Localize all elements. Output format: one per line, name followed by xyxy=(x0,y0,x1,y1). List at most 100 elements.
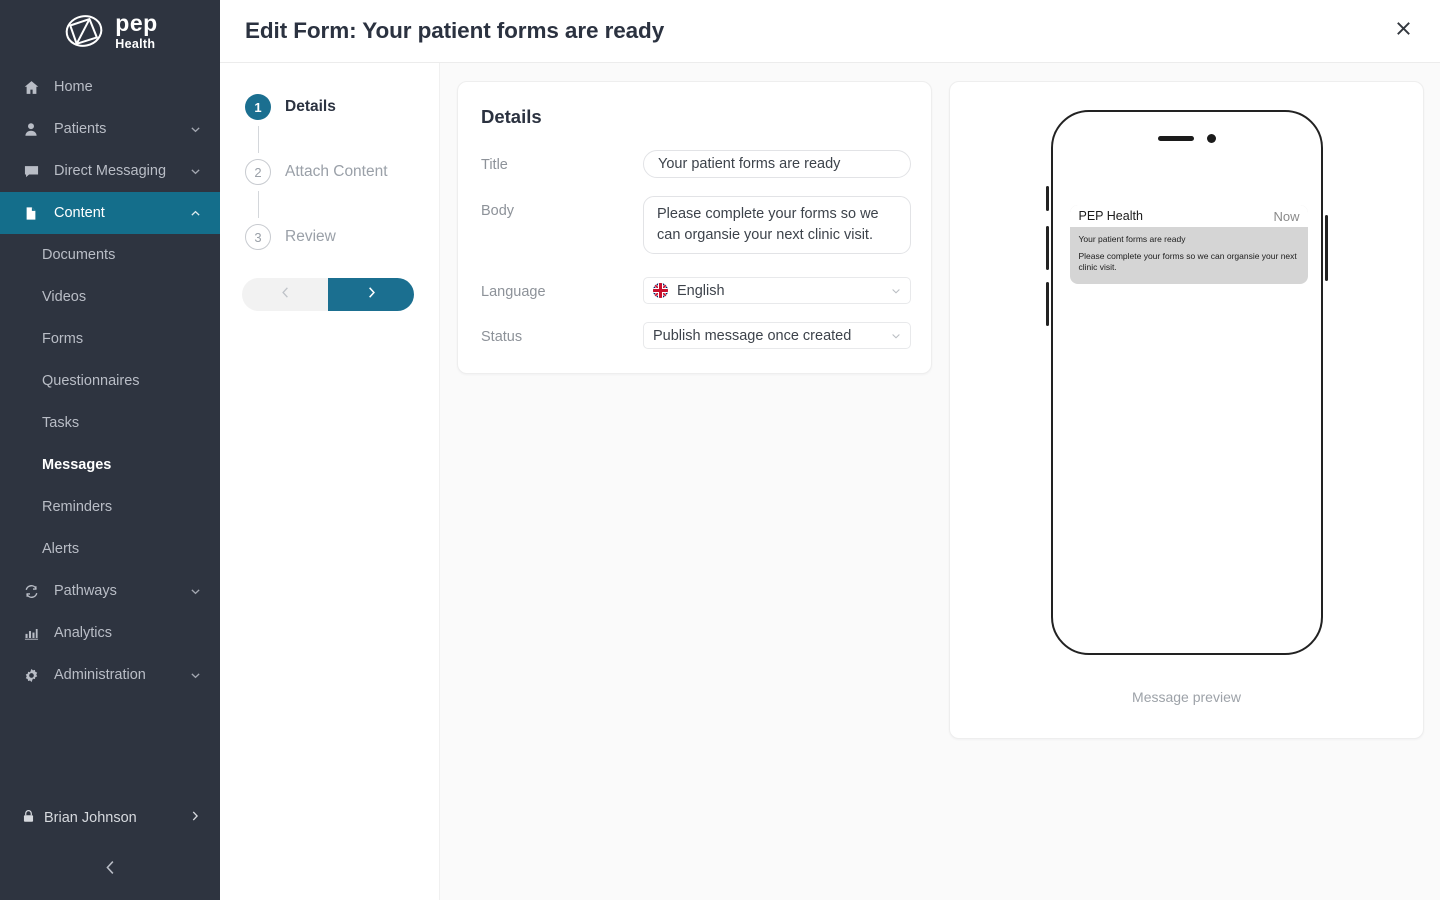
field-row-body: Body xyxy=(481,196,911,259)
status-value: Publish message once created xyxy=(653,327,852,344)
sidebar-subitem-documents[interactable]: Documents xyxy=(0,234,220,276)
field-row-status: Status Publish message once created xyxy=(481,322,911,349)
notification-text: Please complete your forms so we can org… xyxy=(1078,251,1297,273)
field-row-title: Title xyxy=(481,150,911,178)
sidebar-subitem-reminders[interactable]: Reminders xyxy=(0,486,220,528)
sidebar-item-home[interactable]: Home xyxy=(0,66,220,108)
notification-preview: PEP Health Now Your patient forms are re… xyxy=(1069,205,1308,284)
home-icon xyxy=(20,80,42,95)
status-select[interactable]: Publish message once created xyxy=(643,322,911,349)
sidebar-subitem-questionnaires[interactable]: Questionnaires xyxy=(0,360,220,402)
sidebar-subitem-videos[interactable]: Videos xyxy=(0,276,220,318)
panel-body: 1 Details 2 Attach Content 3 Review Deta… xyxy=(220,63,1440,900)
chevron-down-icon[interactable] xyxy=(189,585,202,598)
phone-screen: PEP Health Now Your patient forms are re… xyxy=(1050,110,1323,655)
step-connector xyxy=(245,126,271,153)
sidebar-subitem-label: Documents xyxy=(42,247,116,263)
field-row-language: Language English xyxy=(481,277,911,304)
step-attach-content[interactable]: 2 Attach Content xyxy=(245,153,439,191)
chevron-down-icon[interactable] xyxy=(189,165,202,178)
step-number: 3 xyxy=(245,224,271,250)
wizard-nav-buttons xyxy=(242,278,414,311)
step-details[interactable]: 1 Details xyxy=(245,88,439,126)
language-value: English xyxy=(677,282,725,299)
step-number: 2 xyxy=(245,159,271,185)
step-label: Review xyxy=(285,228,336,245)
sidebar-item-patients[interactable]: Patients xyxy=(0,108,220,150)
details-card: Details Title Body Langu xyxy=(457,81,932,374)
chevron-down-icon xyxy=(890,285,902,297)
previous-step-button[interactable] xyxy=(242,278,328,311)
sidebar-subitem-label: Alerts xyxy=(42,541,80,557)
person-icon xyxy=(20,122,42,137)
step-review[interactable]: 3 Review xyxy=(245,218,439,256)
step-list: 1 Details 2 Attach Content 3 Review xyxy=(220,88,439,256)
sidebar-item-pathways[interactable]: Pathways xyxy=(0,570,220,612)
chevron-left-icon xyxy=(278,285,293,305)
phone-speaker-icon xyxy=(1157,136,1194,141)
sidebar-subitem-label: Forms xyxy=(42,331,84,347)
app-root: pep Health Home Patients Direct Messagin… xyxy=(0,0,1440,900)
chevron-right-icon[interactable] xyxy=(188,809,202,827)
chevron-down-icon[interactable] xyxy=(189,123,202,136)
title-input[interactable] xyxy=(643,150,911,178)
next-step-button[interactable] xyxy=(328,278,414,311)
body-textarea[interactable] xyxy=(643,196,911,254)
chevron-up-icon[interactable] xyxy=(189,207,202,220)
sidebar-subitem-messages[interactable]: Messages xyxy=(0,444,220,486)
sidebar-item-direct-messaging[interactable]: Direct Messaging xyxy=(0,150,220,192)
body-label: Body xyxy=(481,203,515,219)
notification-timestamp: Now xyxy=(1273,208,1300,224)
sidebar-item-label: Pathways xyxy=(54,583,117,599)
uk-flag-icon xyxy=(653,283,668,298)
sidebar-item-label: Content xyxy=(54,205,105,221)
phone-notch xyxy=(1053,134,1321,143)
brand-name: pep xyxy=(115,9,158,36)
sidebar-item-label: Direct Messaging xyxy=(54,163,167,179)
gear-icon xyxy=(20,668,42,683)
close-button[interactable] xyxy=(1386,14,1420,48)
sidebar-subitem-label: Reminders xyxy=(42,499,113,515)
panel-header: Edit Form: Your patient forms are ready xyxy=(220,0,1440,63)
notification-header: PEP Health Now xyxy=(1069,205,1308,227)
language-label: Language xyxy=(481,284,546,300)
preview-caption: Message preview xyxy=(1132,689,1241,705)
chevron-down-icon xyxy=(890,330,902,342)
pep-logo-icon xyxy=(65,15,103,47)
step-label: Attach Content xyxy=(285,163,388,180)
chevron-left-icon xyxy=(101,858,120,882)
close-icon xyxy=(1394,19,1413,43)
refresh-icon xyxy=(20,584,42,599)
message-preview-card: PEP Health Now Your patient forms are re… xyxy=(949,81,1424,739)
sidebar-subitem-forms[interactable]: Forms xyxy=(0,318,220,360)
chevron-right-icon xyxy=(364,285,379,305)
edit-form-panel: Edit Form: Your patient forms are ready … xyxy=(220,0,1440,900)
sidebar-item-administration[interactable]: Administration xyxy=(0,654,220,696)
sidebar-subitem-tasks[interactable]: Tasks xyxy=(0,402,220,444)
step-label: Details xyxy=(285,98,336,115)
sidebar-user[interactable]: Brian Johnson xyxy=(0,796,220,840)
sidebar-item-label: Home xyxy=(54,79,93,95)
sidebar-user-name: Brian Johnson xyxy=(44,810,137,826)
language-select[interactable]: English xyxy=(643,277,911,304)
phone-camera-icon xyxy=(1206,134,1216,143)
content-area: Details Title Body Langu xyxy=(440,63,1440,900)
notification-title: Your patient forms are ready xyxy=(1078,234,1186,244)
lock-icon xyxy=(22,809,35,827)
sidebar-item-label: Patients xyxy=(54,121,107,137)
sidebar: pep Health Home Patients Direct Messagin… xyxy=(0,0,220,900)
sidebar-subitem-alerts[interactable]: Alerts xyxy=(0,528,220,570)
sidebar-collapse-button[interactable] xyxy=(0,840,220,900)
phone-power-button xyxy=(1324,215,1328,281)
chevron-down-icon[interactable] xyxy=(189,669,202,682)
sidebar-subitem-label: Messages xyxy=(42,457,112,473)
sidebar-item-content[interactable]: Content xyxy=(0,192,220,234)
sidebar-item-analytics[interactable]: Analytics xyxy=(0,612,220,654)
phone-mockup: PEP Health Now Your patient forms are re… xyxy=(1045,110,1328,655)
brand-logo[interactable]: pep Health xyxy=(0,0,220,58)
phone-mute-button xyxy=(1045,186,1049,211)
sidebar-item-label: Administration xyxy=(54,667,146,683)
document-icon xyxy=(20,206,42,221)
wizard-stepper: 1 Details 2 Attach Content 3 Review xyxy=(220,63,440,900)
